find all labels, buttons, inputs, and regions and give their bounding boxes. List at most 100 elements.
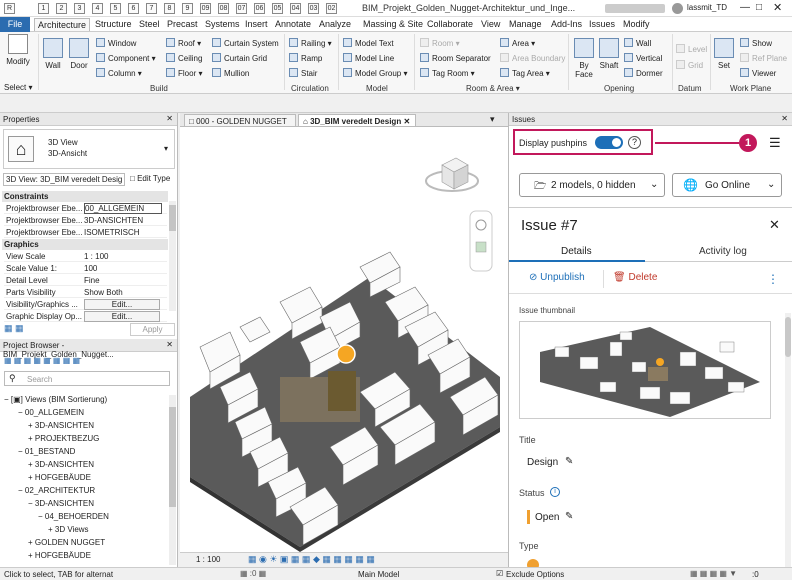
stair-button[interactable]: Stair — [289, 68, 317, 78]
tree-item[interactable]: − 04_BEHOERDEN — [38, 512, 109, 521]
close-icon[interactable]: ✕ — [166, 114, 173, 123]
property-value[interactable]: 00_ALLGEMEIN — [84, 203, 162, 214]
maximize-icon[interactable]: □ — [756, 2, 762, 13]
tag-area-button[interactable]: Tag Area ▾ — [500, 68, 550, 78]
section-graphics[interactable]: Graphics — [2, 239, 168, 250]
properties-scrollbar[interactable] — [169, 201, 176, 311]
app-menu-icon[interactable]: R — [4, 3, 15, 14]
property-row[interactable]: Projektbrowser Ebe... 00_ALLGEMEIN — [4, 203, 167, 214]
tree-item[interactable]: − 02_ARCHITEKTUR — [18, 486, 95, 495]
browser-toolbar[interactable]: ▦ ▦ ▦ ▦ ▦ ▦ ▦ ▦ — [4, 356, 80, 365]
property-row[interactable]: Graphic Display Op... Edit... — [4, 311, 167, 322]
go-online-button[interactable]: 🌐 Go Online ⌄ — [672, 173, 782, 197]
grid-button[interactable]: Grid — [676, 60, 703, 70]
help-icon[interactable]: ? — [628, 136, 641, 149]
by-face-button[interactable]: By Face — [572, 38, 596, 79]
component-button[interactable]: Component ▾ — [96, 53, 156, 63]
tree-item[interactable]: + GOLDEN NUGGET — [28, 538, 105, 547]
tab-architecture[interactable]: Architecture — [34, 18, 91, 31]
tab-golden-nugget-view[interactable]: □ 000 - GOLDEN NUGGET — [184, 114, 296, 127]
view-control-icons[interactable]: ▦ ◉ ☀ ▣ ▦ ▦ ◆ ▦ ▦ ▦ ▦ ▦ — [248, 554, 375, 565]
tab-overflow-icon[interactable]: ▾ — [490, 114, 495, 125]
menu-icon[interactable]: ☰ — [769, 135, 781, 151]
property-row[interactable]: View Scale 1 : 100 — [4, 251, 167, 262]
tree-item[interactable]: + 3D Views — [48, 525, 89, 534]
dormer-button[interactable]: Dormer — [624, 68, 663, 78]
issues-scrollbar[interactable] — [785, 313, 791, 567]
quick-access-key[interactable]: 9 — [182, 3, 193, 14]
browser-search-field[interactable]: ⚲ Search — [4, 371, 170, 386]
browser-scrollbar[interactable] — [169, 395, 176, 565]
property-row[interactable]: Projektbrowser Ebe... ISOMETRISCH — [4, 227, 167, 238]
search-box[interactable] — [605, 4, 665, 13]
unpublish-button[interactable]: ⊘ Unpublish — [529, 272, 585, 283]
shaft-button[interactable]: Shaft — [598, 38, 620, 70]
viewer-button[interactable]: Viewer — [740, 68, 776, 78]
curtain-grid-button[interactable]: Curtain Grid — [212, 53, 267, 63]
curtain-system-button[interactable]: Curtain System — [212, 38, 279, 48]
filter-icons[interactable]: ▦ ▦ ▦ ▦ ▼ — [690, 569, 737, 578]
tab-analyze[interactable]: Analyze — [316, 18, 354, 30]
show-button[interactable]: Show — [740, 38, 772, 48]
tree-item[interactable]: + 3D-ANSICHTEN — [28, 421, 94, 430]
models-dropdown[interactable]: 🗁 2 models, 0 hidden ⌄ — [519, 173, 665, 197]
vertical-button[interactable]: Vertical — [624, 53, 662, 63]
tab-details[interactable]: Details — [561, 246, 592, 257]
tree-item[interactable]: − 00_ALLGEMEIN — [18, 408, 84, 417]
floor-button[interactable]: Floor ▾ — [166, 68, 202, 78]
user-avatar[interactable] — [672, 3, 683, 14]
close-issue-icon[interactable]: ✕ — [769, 217, 780, 233]
quick-access-key[interactable]: 03 — [308, 3, 319, 14]
ramp-button[interactable]: Ramp — [289, 53, 322, 63]
display-pushpins-toggle[interactable] — [595, 136, 623, 149]
tag-room-button[interactable]: Tag Room ▾ — [420, 68, 475, 78]
column-button[interactable]: Column ▾ — [96, 68, 142, 78]
exclude-options[interactable]: Exclude Options — [506, 570, 564, 579]
ceiling-button[interactable]: Ceiling — [166, 53, 202, 63]
type-selector[interactable]: ⌂ 3D View 3D-Ansicht ▾ — [3, 129, 175, 169]
info-icon[interactable]: i — [550, 487, 560, 497]
ref-plane-button[interactable]: Ref Plane — [740, 53, 787, 63]
property-value[interactable]: Edit... — [84, 299, 160, 310]
modify-button[interactable]: Modify — [4, 34, 32, 66]
property-value[interactable]: Edit... — [84, 311, 160, 322]
window-button[interactable]: Window — [96, 38, 136, 48]
railing-button[interactable]: Railing ▾ — [289, 38, 332, 48]
room-button[interactable]: Room ▾ — [420, 38, 460, 48]
view-instance-selector[interactable]: 3D View: 3D_BIM veredelt Desig — [3, 173, 125, 186]
quick-access-key[interactable]: 2 — [56, 3, 67, 14]
edit-status-icon[interactable]: ✎ — [565, 511, 573, 522]
quick-access-key[interactable]: 1 — [38, 3, 49, 14]
view-scale[interactable]: 1 : 100 — [196, 555, 220, 564]
tab-massing-site[interactable]: Massing & Site — [360, 18, 426, 30]
3d-viewport[interactable] — [180, 127, 508, 552]
tab-annotate[interactable]: Annotate — [272, 18, 314, 30]
tree-item[interactable]: + HOFGEBÄUDE — [28, 551, 91, 560]
edit-type-button[interactable]: □ Edit Type — [128, 173, 175, 186]
mullion-button[interactable]: Mullion — [212, 68, 249, 78]
quick-access-key[interactable]: 8 — [164, 3, 175, 14]
tab-3d-bim-view[interactable]: ⌂ 3D_BIM veredelt Design ✕ — [298, 114, 416, 127]
tab-manage[interactable]: Manage — [506, 18, 545, 30]
property-value[interactable]: 3D-ANSICHTEN — [84, 216, 143, 225]
quick-access-key[interactable]: 02 — [326, 3, 337, 14]
wall-button[interactable]: Wall — [42, 38, 64, 70]
quick-access-key[interactable]: 3 — [74, 3, 85, 14]
tab-add-ins[interactable]: Add-Ins — [548, 18, 585, 30]
quick-access-key[interactable]: 6 — [128, 3, 139, 14]
close-icon[interactable]: ✕ — [403, 117, 410, 126]
area-boundary-button[interactable]: Area Boundary — [500, 53, 565, 63]
tree-item[interactable]: − 01_BESTAND — [18, 447, 75, 456]
close-icon[interactable]: ✕ — [773, 1, 782, 14]
tab-structure[interactable]: Structure — [92, 18, 135, 30]
property-row[interactable]: Projektbrowser Ebe... 3D-ANSICHTEN — [4, 215, 167, 226]
tree-item[interactable]: + HOFGEBÄUDE — [28, 473, 91, 482]
set-button[interactable]: Set — [714, 38, 734, 70]
active-model[interactable]: Main Model — [358, 570, 399, 579]
workset-icons[interactable]: ▦ :0 ▦ — [240, 569, 266, 578]
property-value[interactable]: 100 — [84, 264, 97, 273]
tree-item[interactable]: + 3D-ANSICHTEN — [28, 460, 94, 469]
model-line-button[interactable]: Model Line — [343, 53, 394, 63]
quick-access-key[interactable]: 7 — [146, 3, 157, 14]
quick-access-key[interactable]: 5 — [110, 3, 121, 14]
